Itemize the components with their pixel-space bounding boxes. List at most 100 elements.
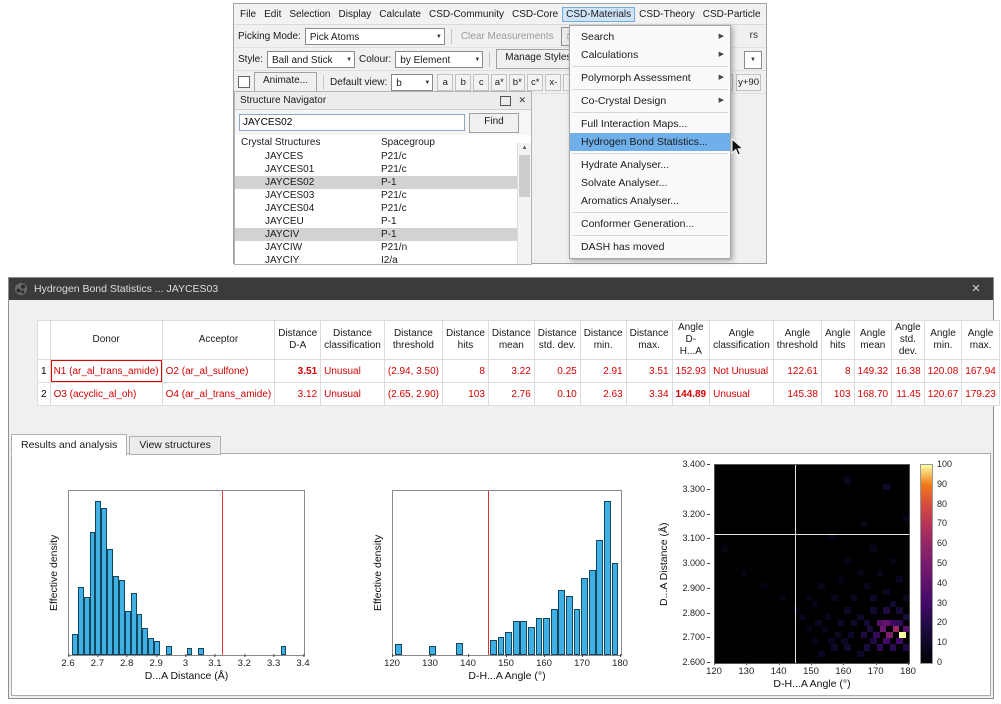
clear-measurements-button[interactable]: Clear Measurements xyxy=(458,30,557,43)
table-cell[interactable]: 122.61 xyxy=(772,359,822,383)
menubar-item-csd-core[interactable]: CSD-Core xyxy=(508,7,562,22)
table-cell[interactable]: (2.65, 2.90) xyxy=(383,382,443,406)
table-cell[interactable]: 152.93 xyxy=(671,359,711,383)
menubar-item-csd-community[interactable]: CSD-Community xyxy=(425,7,508,22)
column-header-acceptor[interactable]: Acceptor xyxy=(161,320,276,360)
row-number[interactable]: 1 xyxy=(37,359,51,383)
axis-button-x[interactable]: x- xyxy=(545,73,562,91)
float-panel-icon[interactable] xyxy=(500,95,512,106)
table-cell[interactable]: (2.94, 3.50) xyxy=(383,359,443,383)
structure-row-jayces02[interactable]: JAYCES02 P-1 xyxy=(235,176,531,189)
column-header-distance-d-a[interactable]: Distance D-A xyxy=(274,320,322,360)
animate-button[interactable]: Animate... xyxy=(254,72,318,92)
table-cell[interactable]: 145.38 xyxy=(772,382,822,406)
menubar-item-file[interactable]: File xyxy=(236,7,260,22)
table-cell[interactable]: 3.51 xyxy=(274,359,322,383)
axis-button-c[interactable]: c xyxy=(473,73,490,91)
menu-item-polymorph-assessment[interactable]: Polymorph Assessment ▶ xyxy=(570,69,730,87)
column-header-distance-std-dev[interactable]: Distance std. dev. xyxy=(533,320,581,360)
menu-item-calculations[interactable]: Calculations ▶ xyxy=(570,46,730,64)
menubar-item-display[interactable]: Display xyxy=(335,7,376,22)
menubar-item-csd-particle[interactable]: CSD-Particle xyxy=(699,7,765,22)
clipped-dropdown[interactable]: ▼ xyxy=(744,51,762,69)
structure-search-input[interactable] xyxy=(239,114,465,131)
structure-row-jayciy[interactable]: JAYCIY I2/a xyxy=(235,254,531,267)
table-cell[interactable]: 120.67 xyxy=(923,382,963,406)
menu-item-dash-has-moved[interactable]: DASH has moved xyxy=(570,238,730,256)
menu-item-conformer-generation[interactable]: Conformer Generation... xyxy=(570,215,730,233)
table-cell[interactable]: 3.22 xyxy=(487,359,535,383)
table-cell[interactable]: 8 xyxy=(441,359,489,383)
menubar-item-csd-theory[interactable]: CSD-Theory xyxy=(635,7,699,22)
column-header-angle-threshold[interactable]: Angle threshold xyxy=(772,320,822,360)
colour-select[interactable]: by Element ▼ xyxy=(395,50,484,68)
structure-row-jayces01[interactable]: JAYCES01 P21/c xyxy=(235,163,531,176)
table-cell[interactable]: Not Unusual xyxy=(709,359,774,383)
table-cell[interactable]: 8 xyxy=(820,359,855,383)
axis-button-a[interactable]: a xyxy=(437,73,454,91)
table-cell[interactable]: 2.76 xyxy=(487,382,535,406)
structure-row-jayciv[interactable]: JAYCIV P-1 xyxy=(235,228,531,241)
table-cell[interactable]: Unusual xyxy=(709,382,774,406)
table-cell[interactable]: 16.38 xyxy=(891,359,925,383)
column-header-angle-hits[interactable]: Angle hits xyxy=(820,320,855,360)
tab-results-and-analysis[interactable]: Results and analysis xyxy=(11,434,128,456)
table-cell[interactable]: 0.10 xyxy=(533,382,581,406)
tab-view-structures[interactable]: View structures xyxy=(129,436,221,455)
column-header-distance-mean[interactable]: Distance mean xyxy=(487,320,535,360)
table-cell[interactable]: N1 (ar_al_trans_amide) xyxy=(49,359,163,383)
menu-item-hydrogen-bond-statistics[interactable]: Hydrogen Bond Statistics... xyxy=(570,133,730,151)
menubar-item-edit[interactable]: Edit xyxy=(260,7,285,22)
column-header-distance-max[interactable]: Distance max. xyxy=(625,320,673,360)
axis-button-b[interactable]: b* xyxy=(509,73,526,91)
column-header-angle-std-dev[interactable]: Angle std. dev. xyxy=(891,320,925,360)
table-cell[interactable]: O4 (ar_al_trans_amide) xyxy=(161,382,276,406)
table-cell[interactable]: 144.89 xyxy=(671,382,711,406)
close-panel-icon[interactable]: ✕ xyxy=(518,95,526,106)
column-header-angle-d-h-a[interactable]: Angle D-H...A xyxy=(671,320,711,360)
row-number[interactable]: 2 xyxy=(37,382,51,406)
structure-row-jayciw[interactable]: JAYCIW P21/n xyxy=(235,241,531,254)
table-cell[interactable]: 179.23 xyxy=(961,382,1000,406)
column-header-angle-mean[interactable]: Angle mean xyxy=(853,320,893,360)
close-window-button[interactable]: ✕ xyxy=(959,278,993,300)
column-header-angle-classification[interactable]: Angle classification xyxy=(709,320,774,360)
menu-item-search[interactable]: Search ▶ xyxy=(570,28,730,46)
rotate-button-y-90[interactable]: y+90 xyxy=(736,74,761,91)
table-cell[interactable]: 2.91 xyxy=(579,359,627,383)
table-cell[interactable]: O3 (acyclic_al_oh) xyxy=(49,382,163,406)
animate-checkbox[interactable] xyxy=(238,76,250,88)
menu-item-solvate-analyser[interactable]: Solvate Analyser... xyxy=(570,174,730,192)
structure-row-jayces04[interactable]: JAYCES04 P21/c xyxy=(235,202,531,215)
structure-row-jayces[interactable]: JAYCES P21/c xyxy=(235,150,531,163)
navigator-scrollbar[interactable]: ▲ xyxy=(517,143,531,264)
menubar-item-calculate[interactable]: Calculate xyxy=(375,7,425,22)
column-header-angle-max[interactable]: Angle max. xyxy=(961,320,1000,360)
structure-row-jayceu[interactable]: JAYCEU P-1 xyxy=(235,215,531,228)
structure-row-jayces03[interactable]: JAYCES03 P21/c xyxy=(235,189,531,202)
table-cell[interactable]: 11.45 xyxy=(891,382,925,406)
table-cell[interactable]: 3.12 xyxy=(274,382,322,406)
table-cell[interactable]: 167.94 xyxy=(961,359,1000,383)
table-cell[interactable]: 120.08 xyxy=(923,359,963,383)
column-header-distance-classification[interactable]: Distance classification xyxy=(320,320,385,360)
table-cell[interactable]: 168.70 xyxy=(853,382,893,406)
picking-mode-select[interactable]: Pick Atoms ▼ xyxy=(304,27,445,45)
default-view-select[interactable]: b ▼ xyxy=(391,73,434,91)
table-cell[interactable]: 103 xyxy=(820,382,855,406)
table-cell[interactable]: 2.63 xyxy=(579,382,627,406)
table-cell[interactable]: 103 xyxy=(441,382,489,406)
table-cell[interactable]: Unusual xyxy=(320,382,385,406)
menubar-item-csd-materials[interactable]: CSD-Materials xyxy=(562,6,636,22)
table-cell[interactable]: 0.25 xyxy=(533,359,581,383)
menu-item-full-interaction-maps[interactable]: Full Interaction Maps... xyxy=(570,115,730,133)
axis-button-c[interactable]: c* xyxy=(527,73,544,91)
axis-button-b[interactable]: b xyxy=(455,73,472,91)
table-cell[interactable]: Unusual xyxy=(320,359,385,383)
menubar-item-selection[interactable]: Selection xyxy=(285,7,334,22)
window-titlebar[interactable]: Hydrogen Bond Statistics ... JAYCES03 ✕ xyxy=(9,278,993,300)
column-header-distance-min[interactable]: Distance min. xyxy=(579,320,627,360)
table-cell[interactable]: 3.34 xyxy=(625,382,673,406)
menu-item-aromatics-analyser[interactable]: Aromatics Analyser... xyxy=(570,192,730,210)
find-button[interactable]: Find xyxy=(469,112,519,133)
